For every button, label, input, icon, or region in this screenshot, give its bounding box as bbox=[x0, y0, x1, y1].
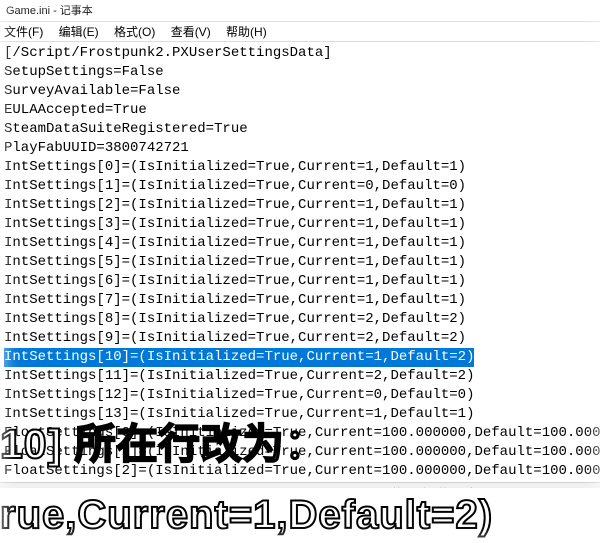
window-titlebar: Game.ini - 记事本 bbox=[0, 0, 600, 22]
editor-line[interactable]: IntSettings[12]=(IsInitialized=True,Curr… bbox=[4, 386, 596, 405]
editor-line[interactable]: SurveyAvailable=False bbox=[4, 82, 596, 101]
editor-line[interactable]: IntSettings[10]=(IsInitialized=True,Curr… bbox=[4, 348, 474, 367]
editor-line[interactable]: EULAAccepted=True bbox=[4, 101, 596, 120]
editor-line[interactable]: FloatSettings[2]=(IsInitialized=True,Cur… bbox=[4, 462, 596, 481]
editor-line[interactable]: IntSettings[2]=(IsInitialized=True,Curre… bbox=[4, 196, 596, 215]
editor-line[interactable]: IntSettings[8]=(IsInitialized=True,Curre… bbox=[4, 310, 596, 329]
status-extra: ue, C bbox=[572, 500, 596, 511]
editor-line[interactable]: IntSettings[4]=(IsInitialized=True,Curre… bbox=[4, 234, 596, 253]
editor-line[interactable]: IntSettings[11]=(IsInitialized=True,Curr… bbox=[4, 367, 596, 386]
editor-line[interactable]: FloatSettings[1]=(IsInitialized=True,Cur… bbox=[4, 443, 596, 462]
status-position: 第 17 行, 第 1 列 bbox=[392, 483, 473, 504]
editor-line[interactable]: PlayFabUUID=3800742721 bbox=[4, 139, 596, 158]
editor-line[interactable]: IntSettings[6]=(IsInitialized=True,Curre… bbox=[4, 272, 596, 291]
menu-file[interactable]: 文件(F) bbox=[4, 25, 43, 39]
menubar: 文件(F) 编辑(E) 格式(O) 查看(V) 帮助(H) bbox=[0, 22, 600, 42]
editor-line[interactable]: SetupSettings=False bbox=[4, 63, 596, 82]
editor-line[interactable]: IntSettings[3]=(IsInitialized=True,Curre… bbox=[4, 215, 596, 234]
editor-line[interactable]: IntSettings[1]=(IsInitialized=True,Curre… bbox=[4, 177, 596, 196]
status-zoom: 100% bbox=[491, 483, 519, 504]
editor-line[interactable]: IntSettings[0]=(IsInitialized=True,Curre… bbox=[4, 158, 596, 177]
editor-line[interactable]: IntSettings[9]=(IsInitialized=True,Curre… bbox=[4, 329, 596, 348]
statusbar: 第 17 行, 第 1 列 100% Windows (C bbox=[0, 482, 600, 504]
menu-edit[interactable]: 编辑(E) bbox=[59, 25, 99, 39]
editor-line[interactable]: IntSettings[7]=(IsInitialized=True,Curre… bbox=[4, 291, 596, 310]
editor-line[interactable]: FloatSettings[3]=(IsInitialized=True,Cur… bbox=[4, 481, 596, 482]
window-title: Game.ini - 记事本 bbox=[6, 5, 93, 17]
editor-line[interactable]: SteamDataSuiteRegistered=True bbox=[4, 120, 596, 139]
editor-line[interactable]: IntSettings[5]=(IsInitialized=True,Curre… bbox=[4, 253, 596, 272]
editor-line[interactable]: FloatSettings[0]=(IsInitialized=True,Cur… bbox=[4, 424, 596, 443]
editor-line[interactable]: [/Script/Frostpunk2.PXUserSettingsData] bbox=[4, 44, 596, 63]
menu-help[interactable]: 帮助(H) bbox=[226, 25, 267, 39]
menu-view[interactable]: 查看(V) bbox=[171, 25, 211, 39]
menu-format[interactable]: 格式(O) bbox=[114, 25, 155, 39]
text-editor-area[interactable]: [/Script/Frostpunk2.PXUserSettingsData]S… bbox=[0, 42, 600, 482]
editor-line[interactable]: IntSettings[13]=(IsInitialized=True,Curr… bbox=[4, 405, 596, 424]
